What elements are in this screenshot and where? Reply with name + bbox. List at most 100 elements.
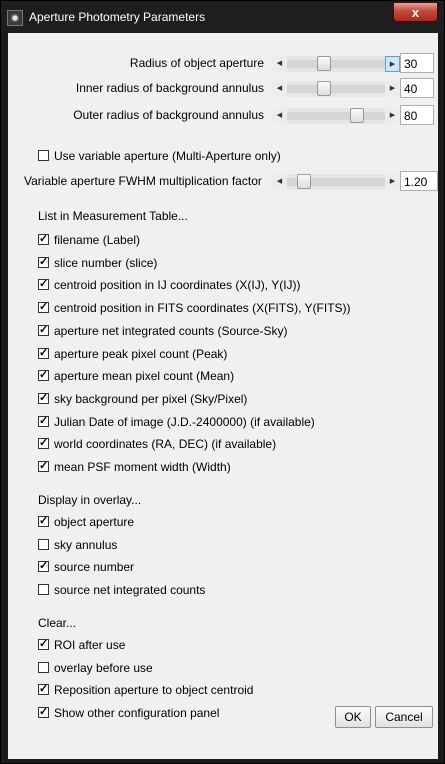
app-icon: [7, 10, 23, 26]
dialog-body: Radius of object aperture ◀ ▶ 30 Inner r…: [8, 33, 438, 759]
clear-option-checkbox[interactable]: ✓ Reposition aperture to object centroid: [38, 682, 428, 698]
ok-button[interactable]: OK: [335, 706, 371, 728]
slider-row-inner-annulus: Inner radius of background annulus ◀ ▶ 4…: [8, 78, 438, 100]
clear-option-checkbox[interactable]: overlay before use: [38, 660, 428, 676]
checkbox-box[interactable]: ✓: [38, 684, 49, 696]
checkbox-box[interactable]: ✓: [38, 234, 49, 245]
slider-left-arrow-icon[interactable]: ◀: [272, 81, 287, 97]
overlay-option-label: object aperture: [54, 515, 135, 529]
measurement-option-checkbox[interactable]: ✓ aperture net integrated counts (Source-…: [38, 323, 428, 339]
measurement-option-label: world coordinates (RA, DEC) (if availabl…: [54, 437, 277, 452]
clear-option-label: ROI after use: [54, 638, 126, 652]
checkbox-box[interactable]: ✓: [38, 561, 49, 573]
measurement-option-label: aperture peak pixel count (Peak): [54, 346, 228, 361]
measurement-option-label: centroid position in FITS coordinates (X…: [54, 301, 351, 316]
measurement-option-label: aperture mean pixel count (Mean): [54, 369, 235, 384]
slider-thumb[interactable]: [350, 108, 364, 123]
clear-option-label: Reposition aperture to object centroid: [54, 683, 254, 698]
measurement-option-checkbox[interactable]: ✓ centroid position in IJ coordinates (X(…: [38, 277, 428, 293]
variable-aperture-checkbox[interactable]: Use variable aperture (Multi-Aperture on…: [38, 148, 358, 164]
slider-row-fwhm-factor: Variable aperture FWHM multiplication fa…: [8, 171, 438, 193]
fwhm-factor-field[interactable]: 1.20: [400, 171, 438, 191]
measurement-option-label: Julian Date of image (J.D.-2400000) (if …: [54, 414, 315, 429]
outer-annulus-field[interactable]: 80: [400, 105, 434, 125]
slider-right-arrow-icon[interactable]: ▶: [385, 174, 400, 190]
checkbox-box[interactable]: [38, 584, 49, 596]
measurement-option-label: aperture net integrated counts (Source-S…: [54, 323, 288, 338]
measurement-option-checkbox[interactable]: ✓ aperture peak pixel count (Peak): [38, 346, 428, 362]
measurement-option-checkbox[interactable]: ✓ world coordinates (RA, DEC) (if availab…: [38, 436, 428, 452]
window-title: Aperture Photometry Parameters: [29, 10, 206, 24]
inner-annulus-label: Inner radius of background annulus: [75, 81, 264, 95]
slider-right-arrow-icon[interactable]: ▶: [385, 81, 400, 97]
checkbox-box[interactable]: ✓: [38, 392, 49, 404]
fwhm-factor-label: Variable aperture FWHM multiplication fa…: [24, 174, 262, 188]
overlay-option-label: source number: [54, 560, 135, 575]
overlay-option-checkbox[interactable]: sky annulus: [38, 537, 428, 553]
overlay-header: Display in overlay...: [38, 493, 142, 507]
dialog-window: Aperture Photometry Parameters x Radius …: [0, 0, 445, 764]
measurement-option-label: centroid position in IJ coordinates (X(I…: [54, 278, 301, 293]
clear-header: Clear...: [38, 616, 77, 630]
measurement-option-checkbox[interactable]: ✓ filename (Label): [38, 232, 428, 248]
measurement-option-checkbox[interactable]: ✓ centroid position in FITS coordinates (…: [38, 300, 428, 316]
checkbox-box[interactable]: ✓: [38, 516, 49, 527]
checkbox-box[interactable]: ✓: [38, 347, 49, 359]
clear-option-label: Show other configuration panel: [54, 706, 220, 721]
checkbox-box[interactable]: ✓: [38, 256, 49, 268]
slider-thumb[interactable]: [317, 56, 331, 71]
slider-track[interactable]: [287, 112, 385, 120]
checkbox-box[interactable]: ✓: [38, 279, 49, 291]
measurement-option-label: filename (Label): [54, 233, 141, 247]
overlay-option-checkbox[interactable]: source net integrated counts: [38, 582, 428, 598]
slider-left-arrow-icon[interactable]: ◀: [272, 56, 287, 72]
checkbox-box[interactable]: ✓: [38, 461, 49, 472]
clear-option-label: overlay before use: [54, 660, 153, 675]
slider-left-arrow-icon[interactable]: ◀: [272, 108, 287, 124]
measurement-option-checkbox[interactable]: ✓ Julian Date of image (J.D.-2400000) (if…: [38, 414, 428, 430]
checkbox-box[interactable]: ✓: [38, 438, 49, 450]
slider-right-arrow-icon[interactable]: ▶: [385, 56, 400, 72]
title-bar[interactable]: Aperture Photometry Parameters x: [1, 1, 444, 33]
overlay-option-label: sky annulus: [54, 537, 118, 552]
measurement-option-checkbox[interactable]: ✓ mean PSF moment width (Width): [38, 459, 428, 475]
measurement-option-checkbox[interactable]: ✓ aperture mean pixel count (Mean): [38, 368, 428, 384]
measurement-option-label: sky background per pixel (Sky/Pixel): [54, 391, 248, 406]
slider-row-outer-annulus: Outer radius of background annulus ◀ ▶ 8…: [8, 105, 438, 127]
checkbox-box[interactable]: ✓: [38, 639, 49, 650]
slider-track[interactable]: [287, 85, 385, 93]
outer-annulus-slider[interactable]: ◀ ▶: [272, 108, 400, 124]
overlay-option-checkbox[interactable]: ✓ object aperture: [38, 514, 428, 530]
measurement-option-checkbox[interactable]: ✓ sky background per pixel (Sky/Pixel): [38, 391, 428, 407]
measurement-option-checkbox[interactable]: ✓ slice number (slice): [38, 255, 428, 271]
variable-aperture-label: Use variable aperture (Multi-Aperture on…: [54, 149, 281, 163]
checkbox-box[interactable]: ✓: [38, 707, 49, 719]
slider-thumb[interactable]: [297, 174, 311, 189]
checkbox-box[interactable]: [38, 538, 49, 550]
checkbox-box[interactable]: ✓: [38, 324, 49, 336]
close-button[interactable]: x: [393, 2, 438, 22]
slider-row-object-aperture: Radius of object aperture ◀ ▶ 30: [8, 53, 438, 75]
slider-track[interactable]: [287, 60, 385, 68]
measurement-table-header: List in Measurement Table...: [38, 209, 188, 223]
checkbox-box[interactable]: ✓: [38, 302, 49, 314]
cancel-button[interactable]: Cancel: [375, 706, 433, 728]
measurement-option-label: slice number (slice): [54, 255, 158, 270]
object-aperture-field[interactable]: 30: [400, 53, 434, 73]
overlay-option-label: source net integrated counts: [54, 583, 206, 598]
inner-annulus-slider[interactable]: ◀ ▶: [272, 81, 400, 97]
checkbox-box[interactable]: ✓: [38, 415, 49, 427]
checkbox-box[interactable]: ✓: [38, 370, 49, 382]
slider-right-arrow-icon[interactable]: ▶: [385, 108, 400, 124]
inner-annulus-field[interactable]: 40: [400, 78, 434, 98]
checkbox-box[interactable]: [38, 150, 49, 161]
fwhm-factor-slider[interactable]: ◀ ▶: [272, 174, 400, 190]
object-aperture-label: Radius of object aperture: [129, 56, 264, 70]
clear-option-checkbox[interactable]: ✓ ROI after use: [38, 637, 428, 653]
outer-annulus-label: Outer radius of background annulus: [73, 108, 264, 122]
object-aperture-slider[interactable]: ◀ ▶: [272, 56, 400, 72]
checkbox-box[interactable]: [38, 661, 49, 673]
slider-left-arrow-icon[interactable]: ◀: [272, 174, 287, 190]
slider-thumb[interactable]: [317, 81, 331, 96]
overlay-option-checkbox[interactable]: ✓ source number: [38, 559, 428, 575]
